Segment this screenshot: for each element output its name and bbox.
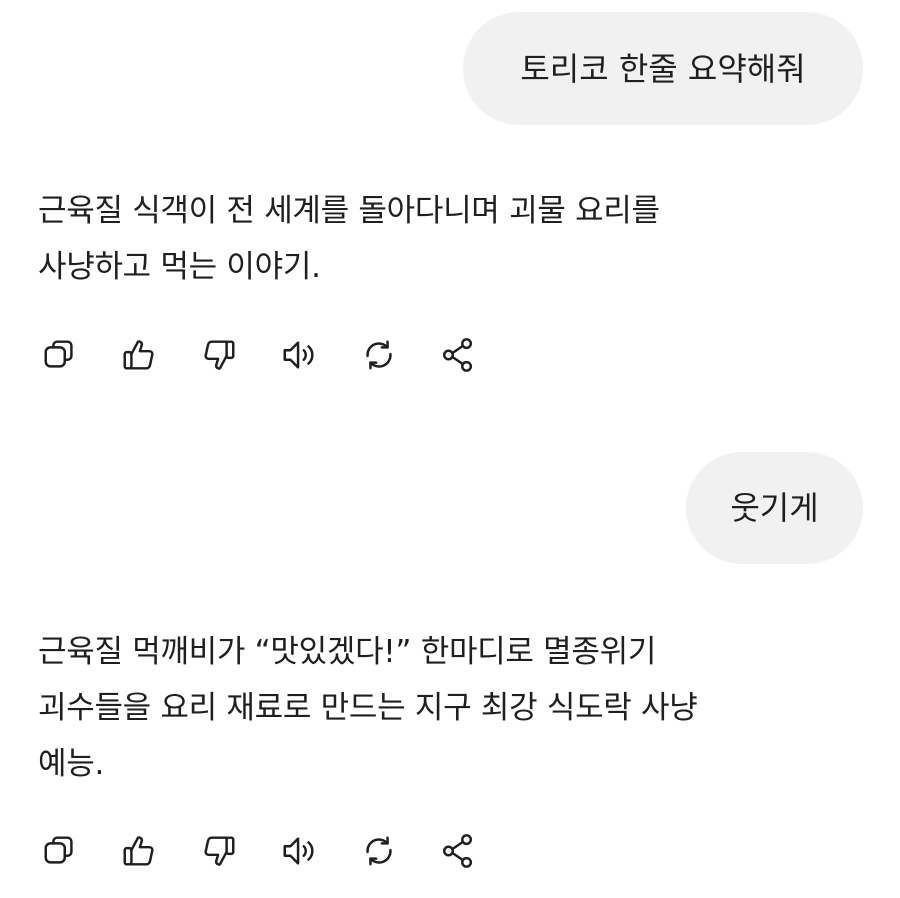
- copy-icon: [44, 340, 73, 368]
- share-button[interactable]: [438, 831, 478, 871]
- copy-button[interactable]: [40, 335, 80, 375]
- thumbs-down-button[interactable]: [199, 335, 239, 375]
- read-aloud-button[interactable]: [279, 831, 319, 871]
- thumbs-down-button[interactable]: [199, 831, 239, 871]
- thumbs-up-icon: [123, 836, 154, 866]
- read-aloud-button[interactable]: [279, 335, 319, 375]
- user-message-bubble: 웃기게: [686, 452, 863, 564]
- speaker-icon: [283, 837, 314, 865]
- user-message-text: 토리코 한줄 요약해줘: [520, 49, 806, 88]
- thumbs-down-icon: [204, 340, 235, 370]
- assistant-message: 근육질 먹깨비가 “맛있겠다!” 한마디로 멸종위기 괴수들을 요리 재료로 만…: [38, 624, 868, 792]
- regenerate-icon: [366, 836, 392, 866]
- assistant-message-line: 근육질 먹깨비가 “맛있겠다!” 한마디로 멸종위기: [38, 634, 657, 670]
- thumbs-up-button[interactable]: [119, 831, 159, 871]
- share-button[interactable]: [438, 335, 478, 375]
- thumbs-up-icon: [123, 340, 154, 370]
- share-icon: [442, 338, 473, 372]
- copy-icon: [44, 836, 73, 864]
- share-icon: [442, 834, 473, 868]
- thumbs-down-icon: [204, 836, 235, 866]
- regenerate-icon: [366, 340, 392, 370]
- regenerate-button[interactable]: [359, 335, 399, 375]
- user-message-bubble: 토리코 한줄 요약해줘: [463, 12, 863, 125]
- assistant-message-line: 예능.: [38, 746, 104, 782]
- assistant-message: 근육질 식객이 전 세계를 돌아다니며 괴물 요리를 사냥하고 먹는 이야기.: [38, 183, 868, 295]
- thumbs-up-button[interactable]: [119, 335, 159, 375]
- user-message-text: 웃기게: [730, 489, 819, 527]
- assistant-message-line: 근육질 식객이 전 세계를 돌아다니며 괴물 요리를: [38, 193, 660, 229]
- copy-button[interactable]: [40, 831, 80, 871]
- assistant-message-line: 사냥하고 먹는 이야기.: [38, 249, 321, 285]
- speaker-icon: [283, 341, 314, 369]
- regenerate-button[interactable]: [359, 831, 399, 871]
- assistant-message-line: 괴수들을 요리 재료로 만드는 지구 최강 식도락 사냥: [38, 690, 698, 726]
